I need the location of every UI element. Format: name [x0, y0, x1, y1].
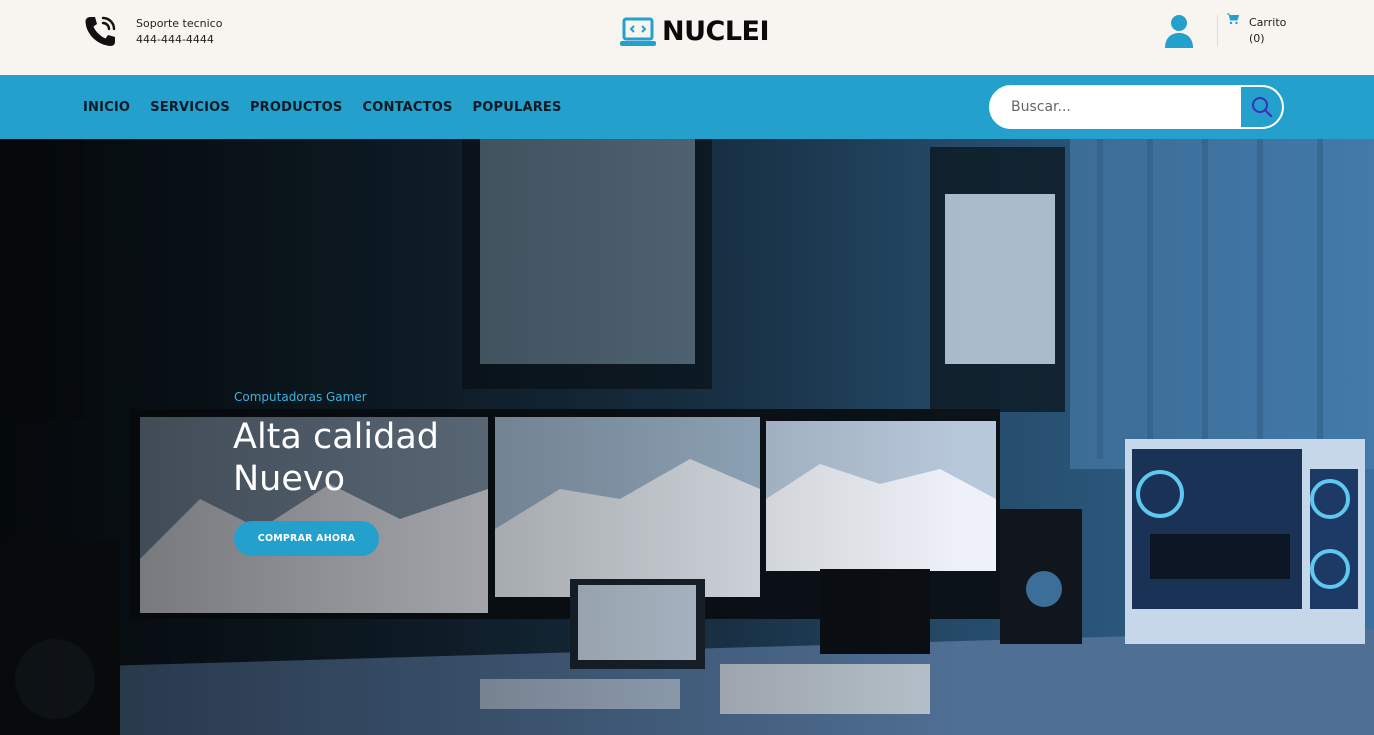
nav-item-contactos[interactable]: CONTACTOS	[363, 100, 453, 115]
hero-title: Alta calidad Nuevo	[233, 416, 553, 500]
header-divider	[1217, 15, 1218, 47]
cart-label: Carrito	[1249, 16, 1287, 29]
search-input[interactable]	[991, 87, 1241, 127]
nav-item-servicios[interactable]: SERVICIOS	[150, 100, 230, 115]
cart-count: (0)	[1249, 32, 1265, 45]
hero-overlay	[0, 139, 1374, 735]
site-logo[interactable]: NUCLEI	[620, 16, 770, 47]
phone-icon	[85, 16, 116, 46]
nav-item-inicio[interactable]: INICIO	[83, 100, 130, 115]
top-header: Soporte tecnico 444-444-4444 NUCLEI Carr…	[0, 0, 1374, 75]
nav-item-productos[interactable]: PRODUCTOS	[250, 100, 343, 115]
support-phone[interactable]: 444-444-4444	[136, 32, 222, 48]
user-icon[interactable]	[1163, 14, 1195, 48]
support-title: Soporte tecnico	[136, 17, 223, 30]
search-icon	[1251, 97, 1272, 118]
hero-banner: Computadoras Gamer Alta calidad Nuevo CO…	[0, 139, 1374, 735]
nav-item-populares[interactable]: POPULARES	[473, 100, 562, 115]
buy-now-button[interactable]: COMPRAR AHORA	[234, 521, 379, 556]
cart-link[interactable]: Carrito (0)	[1227, 13, 1287, 47]
main-nav: INICIO SERVICIOS PRODUCTOS CONTACTOS POP…	[83, 75, 582, 139]
nav-bar: INICIO SERVICIOS PRODUCTOS CONTACTOS POP…	[0, 75, 1374, 139]
hero-title-line1: Alta calidad	[233, 417, 439, 457]
hero-title-line2: Nuevo	[233, 459, 346, 499]
cart-icon	[1227, 13, 1239, 25]
search-button[interactable]	[1241, 87, 1282, 127]
search-bar	[989, 85, 1284, 129]
support-block: Soporte tecnico 444-444-4444	[82, 14, 222, 50]
laptop-code-icon	[620, 17, 656, 46]
logo-text: NUCLEI	[662, 16, 770, 47]
hero-subtitle: Computadoras Gamer	[234, 390, 367, 404]
